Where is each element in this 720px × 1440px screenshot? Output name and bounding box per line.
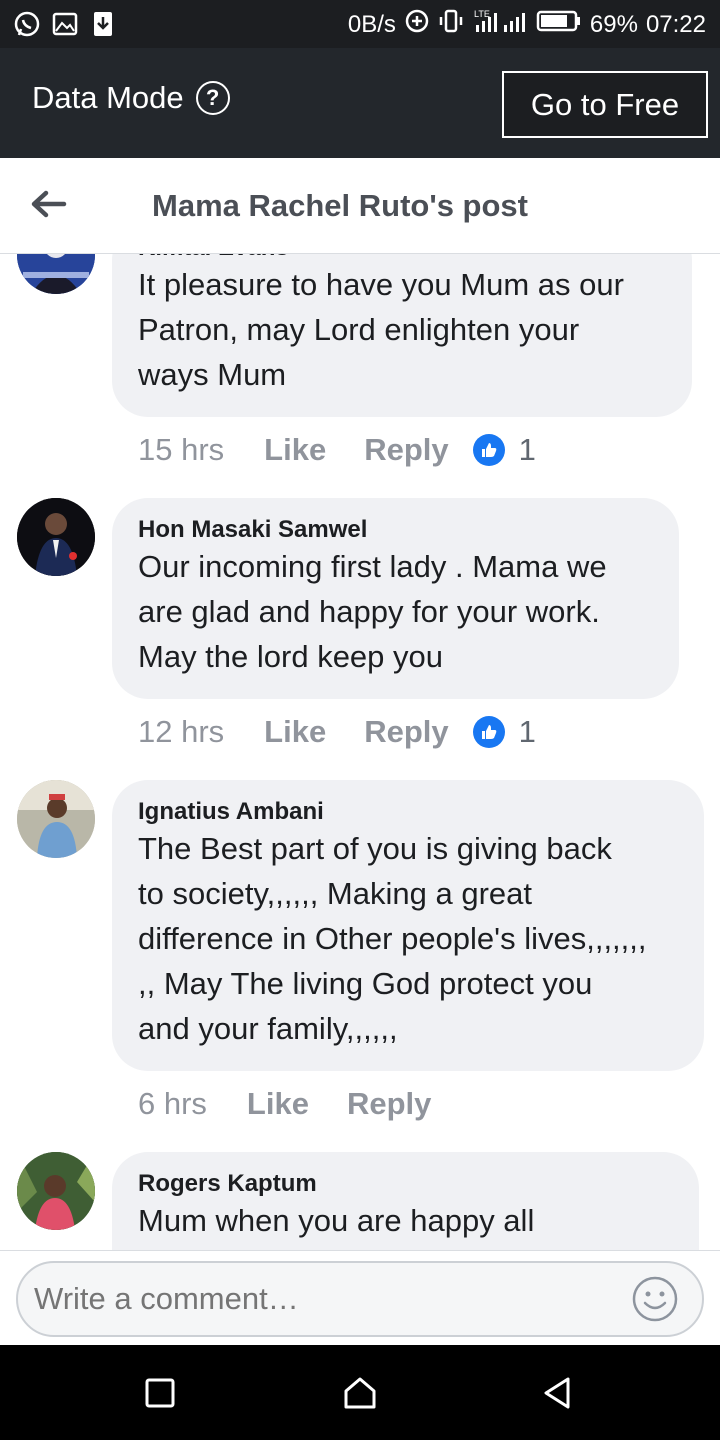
home-icon[interactable]	[342, 1375, 378, 1411]
comment-time[interactable]: 6 hrs	[138, 1086, 207, 1122]
whatsapp-icon	[12, 9, 42, 39]
reaction-number: 1	[518, 714, 536, 749]
notification-icons	[12, 9, 118, 39]
comment-list[interactable]: Kimtai Evans It pleasure to have you Mum…	[0, 254, 720, 1250]
like-button[interactable]: Like	[264, 432, 326, 468]
comment-bubble[interactable]: Kimtai Evans It pleasure to have you Mum…	[112, 254, 692, 417]
thumbs-up-icon	[472, 434, 505, 466]
avatar[interactable]	[17, 1152, 95, 1230]
comment-text-line: Our incoming first lady . Mama we	[138, 549, 607, 584]
comment-bubble[interactable]: Hon Masaki Samwel Our incoming first lad…	[112, 498, 679, 699]
thumbs-up-icon	[472, 716, 505, 748]
comment-bubble[interactable]: Ignatius Ambani The Best part of you is …	[112, 780, 704, 1071]
status-bar: 0B/s LTE 69% 07:22	[0, 0, 720, 48]
image-icon	[50, 9, 80, 39]
reaction-count[interactable]: 1	[472, 714, 536, 750]
system-nav-bar	[0, 1345, 720, 1440]
comment-input[interactable]	[16, 1261, 704, 1337]
comment-time[interactable]: 12 hrs	[138, 714, 224, 750]
comment-actions: 15 hrs Like Reply 1	[138, 432, 536, 468]
page-title: Mama Rachel Ruto's post	[152, 188, 528, 223]
comment-text-line: The Best part of you is giving back	[138, 831, 612, 866]
comment-text-line: Mum when you are happy all	[138, 1203, 535, 1238]
reply-button[interactable]: Reply	[364, 714, 448, 750]
comment-author[interactable]: Ignatius Ambani	[138, 798, 678, 826]
comment-author[interactable]: Kimtai Evans	[138, 254, 666, 262]
comment-text-line: ways Mum	[138, 357, 287, 392]
back-icon[interactable]	[540, 1375, 576, 1411]
battery-level: 69%	[589, 10, 638, 38]
comment-author[interactable]: Hon Masaki Samwel	[138, 516, 653, 544]
vibrate-icon	[438, 8, 464, 41]
comment-composer	[0, 1250, 720, 1345]
comment-actions: 12 hrs Like Reply 1	[138, 714, 536, 750]
download-icon	[88, 9, 118, 39]
comment-text-line: It pleasure to have you Mum as our	[138, 267, 624, 302]
status-right: 0B/s LTE 69% 07:22	[348, 8, 706, 41]
go-to-free-button[interactable]: Go to Free	[502, 71, 708, 138]
emoji-icon[interactable]	[632, 1276, 678, 1322]
data-saver-icon	[404, 8, 430, 41]
comment-text-line: difference in Other people's lives,,,,,,…	[138, 921, 647, 956]
comment-text-line: Patron, may Lord enlighten your	[138, 312, 580, 347]
reply-button[interactable]: Reply	[347, 1086, 431, 1122]
clock: 07:22	[645, 10, 706, 38]
network-speed: 0B/s	[347, 10, 396, 38]
comment-text-line: to society,,,,,, Making a great	[138, 876, 532, 911]
comment-author[interactable]: Rogers Kaptum	[138, 1170, 673, 1198]
comment-actions: 6 hrs Like Reply	[138, 1086, 455, 1122]
avatar[interactable]	[17, 780, 95, 858]
signal-icon: LTE	[472, 8, 528, 41]
like-button[interactable]: Like	[247, 1086, 309, 1122]
reaction-count[interactable]: 1	[472, 432, 536, 468]
data-mode-label: Data Mode	[32, 80, 184, 115]
avatar[interactable]	[17, 254, 95, 294]
reply-button[interactable]: Reply	[364, 432, 448, 468]
help-icon[interactable]: ?	[195, 81, 230, 115]
post-header: Mama Rachel Ruto's post	[0, 158, 720, 254]
back-arrow-icon[interactable]	[28, 184, 68, 224]
data-mode-bar: Data Mode ? Go to Free	[0, 48, 720, 158]
network-type: LTE	[474, 9, 490, 19]
comment-text-line: ,, May The living God protect you	[138, 966, 593, 1001]
data-mode-info[interactable]: Data Mode ?	[32, 80, 230, 116]
comment-time[interactable]: 15 hrs	[138, 432, 224, 468]
recent-apps-icon[interactable]	[142, 1375, 178, 1411]
avatar[interactable]	[17, 498, 95, 576]
reaction-number: 1	[518, 432, 536, 467]
battery-icon	[536, 9, 582, 40]
comment-text-line: and your family,,,,,,	[138, 1011, 398, 1046]
like-button[interactable]: Like	[264, 714, 326, 750]
comment-bubble[interactable]: Rogers Kaptum Mum when you are happy all	[112, 1152, 699, 1250]
comment-text-line: are glad and happy for your work.	[138, 594, 600, 629]
comment-text-line: May the lord keep you	[138, 639, 444, 674]
